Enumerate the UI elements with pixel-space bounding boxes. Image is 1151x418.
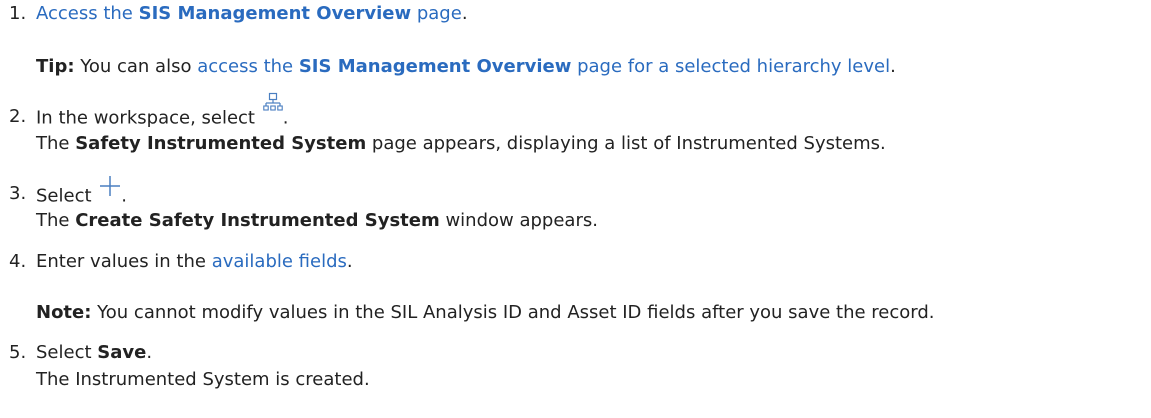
step-number: 3. <box>9 183 27 204</box>
step-instruction: Enter values in the available fields. <box>36 251 353 272</box>
step-result: The Safety Instrumented System page appe… <box>36 133 886 154</box>
step-number: 4. <box>9 251 27 272</box>
step-number: 2. <box>9 106 27 127</box>
step-instruction: Select . <box>36 176 127 210</box>
step-result: The Instrumented System is created. <box>36 369 370 390</box>
available-fields-link[interactable]: available fields <box>212 251 347 272</box>
step-result: The Create Safety Instrumented System wi… <box>36 210 598 231</box>
step-number: 5. <box>9 342 27 363</box>
step-instruction: Select Save. <box>36 342 153 363</box>
save-label: Save <box>97 342 147 363</box>
plus-icon <box>99 175 121 202</box>
hierarchy-icon <box>262 92 283 117</box>
note: Note: You cannot modify values in the SI… <box>36 302 935 323</box>
overview-page-link[interactable]: Access the SIS Management Overview page <box>36 3 462 24</box>
step-instruction: Access the SIS Management Overview page. <box>36 3 468 24</box>
step-instruction: In the workspace, select . <box>36 92 288 131</box>
tip-note: Tip: You can also access the SIS Managem… <box>36 56 896 77</box>
hierarchy-overview-link[interactable]: access the SIS Management Overview page … <box>197 56 890 77</box>
step-number: 1. <box>9 3 27 24</box>
